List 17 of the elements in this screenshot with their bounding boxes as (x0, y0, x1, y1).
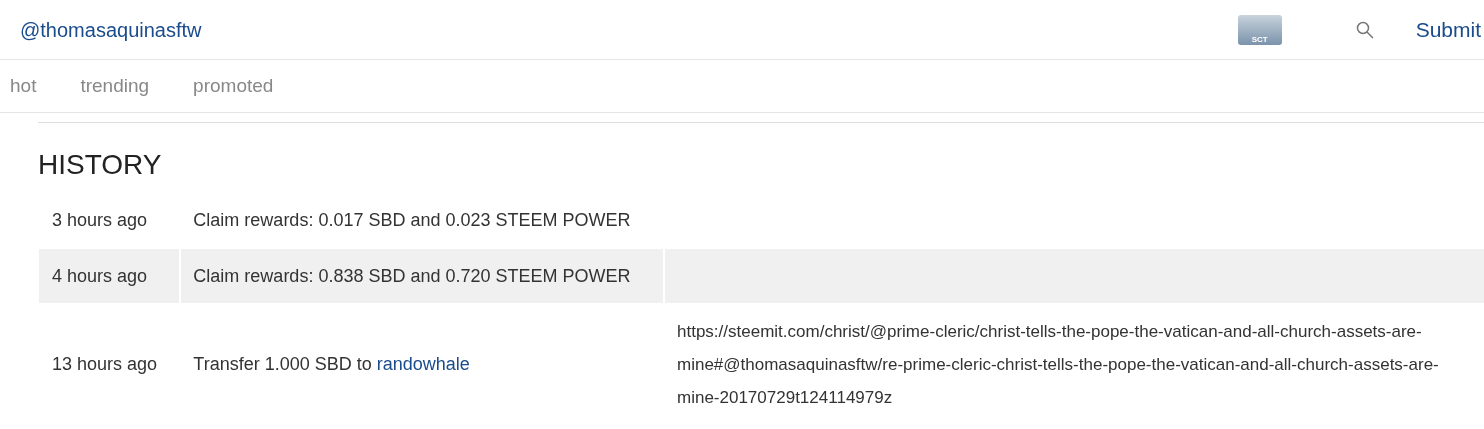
username[interactable]: @thomasaquinasftw (20, 14, 202, 45)
logo-text: SCT (1251, 35, 1268, 44)
description-text: Claim rewards: 0.017 SBD and 0.023 STEEM POWER (193, 209, 631, 230)
search-icon[interactable] (1355, 20, 1374, 39)
time-cell-text: 3 hours ago (51, 208, 149, 232)
memo-text: https://steemit.com/christ/@prime-cleric/christ-tells-the-pope-the-vatican-and-all-church-assets-are-mine#@thomasaquinasftw/re-prime-cleric-christ-tells-the-pope-the-vatican-and-all-church-assets-are-mine-20170729t124114979z (677, 320, 1440, 409)
nav-tab[interactable]: hot (10, 71, 37, 101)
account-link[interactable]: randowhale (376, 353, 470, 374)
time-cell: 4 hours ago (39, 249, 180, 303)
nav-tab[interactable]: promoted (193, 71, 274, 101)
submit-link[interactable]: Submit (1415, 13, 1481, 46)
logo-icon[interactable]: SCT (1237, 14, 1282, 45)
description-text: Claim rewards: 0.838 SBD and 0.720 STEEM POWER (193, 265, 631, 286)
time-cell-text: 13 hours ago (51, 352, 159, 376)
description-text: Transfer 1.000 SBD to (193, 353, 373, 374)
section-title: HISTORY (38, 151, 163, 179)
nav-tab[interactable]: trending (80, 71, 150, 101)
